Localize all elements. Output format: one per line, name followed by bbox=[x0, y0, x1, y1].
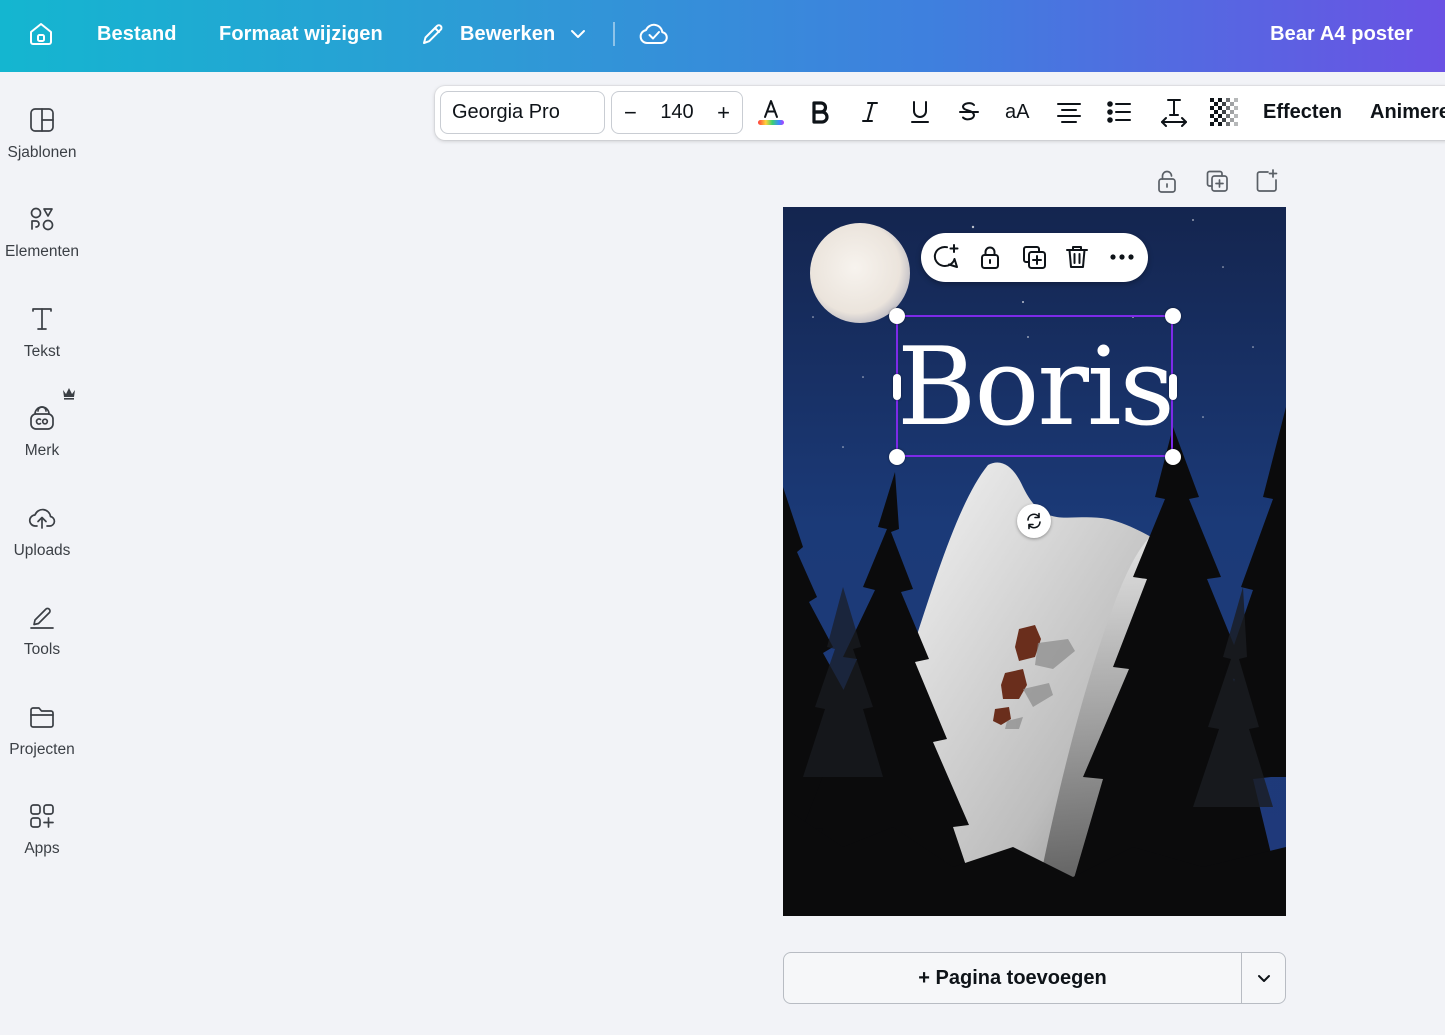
strikethrough-icon bbox=[959, 102, 979, 121]
text-color-icon bbox=[758, 100, 784, 125]
sidebar-item-label: Sjablonen bbox=[7, 144, 77, 161]
add-page-icon-button[interactable] bbox=[1254, 168, 1280, 194]
effects-button[interactable]: Effecten bbox=[1263, 92, 1342, 132]
apps-icon bbox=[27, 801, 57, 831]
sidebar-item-label: Tools bbox=[23, 641, 61, 658]
increase-font-size-button[interactable]: + bbox=[717, 100, 730, 126]
more-options-button[interactable] bbox=[1106, 241, 1138, 273]
spacing-button[interactable] bbox=[1154, 92, 1194, 132]
sidebar-item-label: Elementen bbox=[4, 243, 80, 260]
list-button[interactable] bbox=[1099, 92, 1139, 132]
lock-icon bbox=[1158, 170, 1176, 193]
bold-button[interactable] bbox=[800, 92, 840, 132]
rotate-icon bbox=[1027, 512, 1041, 530]
crown-icon bbox=[63, 388, 75, 400]
sidebar-item-label: Uploads bbox=[13, 542, 71, 559]
folder-icon bbox=[27, 702, 57, 732]
resize-handle-top-right[interactable] bbox=[1165, 308, 1181, 324]
sidebar-item-elements[interactable]: Elementen bbox=[0, 204, 84, 284]
poster-illustration bbox=[783, 207, 1286, 916]
add-page-dropdown-button[interactable] bbox=[1242, 953, 1286, 1003]
lock-icon bbox=[981, 246, 999, 269]
add-page-button[interactable]: + Pagina toevoegen bbox=[784, 953, 1241, 1003]
text-icon bbox=[27, 304, 57, 334]
add-page-bar: + Pagina toevoegen bbox=[783, 952, 1286, 1004]
lock-element-button[interactable] bbox=[974, 241, 1006, 273]
top-bar: Bestand Formaat wijzigen Bewerken Bear A… bbox=[0, 0, 1445, 72]
pencil-icon bbox=[423, 24, 443, 44]
resize-handle-right[interactable] bbox=[1169, 374, 1177, 400]
topbar-divider bbox=[613, 22, 615, 46]
underline-button[interactable] bbox=[900, 92, 940, 132]
sidebar-item-text[interactable]: Tekst bbox=[0, 304, 84, 384]
align-center-icon bbox=[1057, 103, 1081, 123]
resize-handle-bottom-right[interactable] bbox=[1165, 449, 1181, 465]
font-size-input[interactable]: 140 bbox=[660, 101, 693, 124]
elements-icon bbox=[27, 204, 57, 234]
brand-icon bbox=[27, 403, 57, 433]
strikethrough-button[interactable] bbox=[949, 92, 989, 132]
add-comment-button[interactable] bbox=[930, 241, 962, 273]
template-icon bbox=[27, 105, 57, 135]
comment-add-icon bbox=[933, 244, 959, 268]
sidebar-item-templates[interactable]: Sjablonen bbox=[0, 105, 84, 185]
more-horizontal-icon bbox=[1110, 254, 1134, 260]
resize-handle-left[interactable] bbox=[893, 374, 901, 400]
duplicate-icon bbox=[1206, 170, 1228, 192]
italic-button[interactable] bbox=[850, 92, 890, 132]
animate-button[interactable]: Animeren bbox=[1370, 92, 1445, 132]
design-canvas[interactable]: Boris bbox=[783, 207, 1286, 916]
edit-menu-label: Bewerken bbox=[460, 22, 556, 45]
sidebar-item-tools[interactable]: Tools bbox=[0, 602, 84, 682]
left-sidebar: Sjablonen Elementen Tekst Merk Uploads T… bbox=[0, 72, 84, 1035]
selection-box bbox=[896, 315, 1173, 457]
text-color-button[interactable] bbox=[751, 92, 791, 132]
chevron-down-icon bbox=[571, 30, 586, 38]
home-button[interactable] bbox=[26, 0, 56, 68]
text-format-toolbar: Georgia Pro − 140 + aA Effecten Animere bbox=[435, 86, 1445, 140]
cloud-check-icon bbox=[639, 23, 668, 44]
sidebar-item-apps[interactable]: Apps bbox=[0, 801, 84, 881]
duplicate-icon bbox=[1023, 246, 1046, 269]
sidebar-item-brand[interactable]: Merk bbox=[0, 403, 84, 483]
resize-handle-bottom-left[interactable] bbox=[889, 449, 905, 465]
sidebar-item-label: Tekst bbox=[23, 343, 61, 360]
underline-icon bbox=[911, 101, 929, 123]
sidebar-item-projects[interactable]: Projecten bbox=[0, 702, 84, 782]
transparency-icon bbox=[1210, 98, 1238, 126]
save-status-button[interactable] bbox=[638, 0, 670, 68]
file-menu[interactable]: Bestand bbox=[97, 0, 177, 68]
upload-cloud-icon bbox=[27, 503, 57, 533]
add-page-icon bbox=[1256, 169, 1278, 192]
decrease-font-size-button[interactable]: − bbox=[624, 100, 637, 126]
home-icon bbox=[30, 23, 52, 45]
design-title[interactable]: Bear A4 poster bbox=[1270, 0, 1413, 68]
transparency-button[interactable] bbox=[1204, 92, 1244, 132]
sidebar-item-label: Merk bbox=[24, 442, 60, 459]
sidebar-item-uploads[interactable]: Uploads bbox=[0, 503, 84, 583]
trash-icon bbox=[1066, 246, 1088, 268]
edit-menu[interactable]: Bewerken bbox=[420, 0, 587, 68]
duplicate-element-button[interactable] bbox=[1018, 241, 1050, 273]
draw-tool-icon bbox=[27, 602, 57, 632]
resize-menu[interactable]: Formaat wijzigen bbox=[219, 0, 383, 68]
bullet-list-icon bbox=[1107, 101, 1131, 123]
rotate-handle[interactable] bbox=[1017, 504, 1051, 538]
bold-icon bbox=[812, 101, 829, 124]
font-size-stepper: − 140 + bbox=[611, 91, 743, 134]
chevron-down-icon bbox=[1258, 975, 1270, 982]
align-center-button[interactable] bbox=[1049, 92, 1089, 132]
lock-page-button[interactable] bbox=[1154, 168, 1180, 194]
letter-spacing-icon bbox=[1161, 99, 1187, 127]
text-case-button[interactable]: aA bbox=[1005, 92, 1029, 132]
duplicate-page-button[interactable] bbox=[1204, 168, 1230, 194]
resize-handle-top-left[interactable] bbox=[889, 308, 905, 324]
sidebar-item-label: Apps bbox=[24, 840, 60, 857]
italic-icon bbox=[862, 102, 878, 122]
font-family-select[interactable]: Georgia Pro bbox=[440, 91, 605, 134]
delete-element-button[interactable] bbox=[1061, 241, 1093, 273]
sidebar-item-label: Projecten bbox=[9, 741, 75, 758]
element-quick-actions bbox=[921, 233, 1148, 282]
